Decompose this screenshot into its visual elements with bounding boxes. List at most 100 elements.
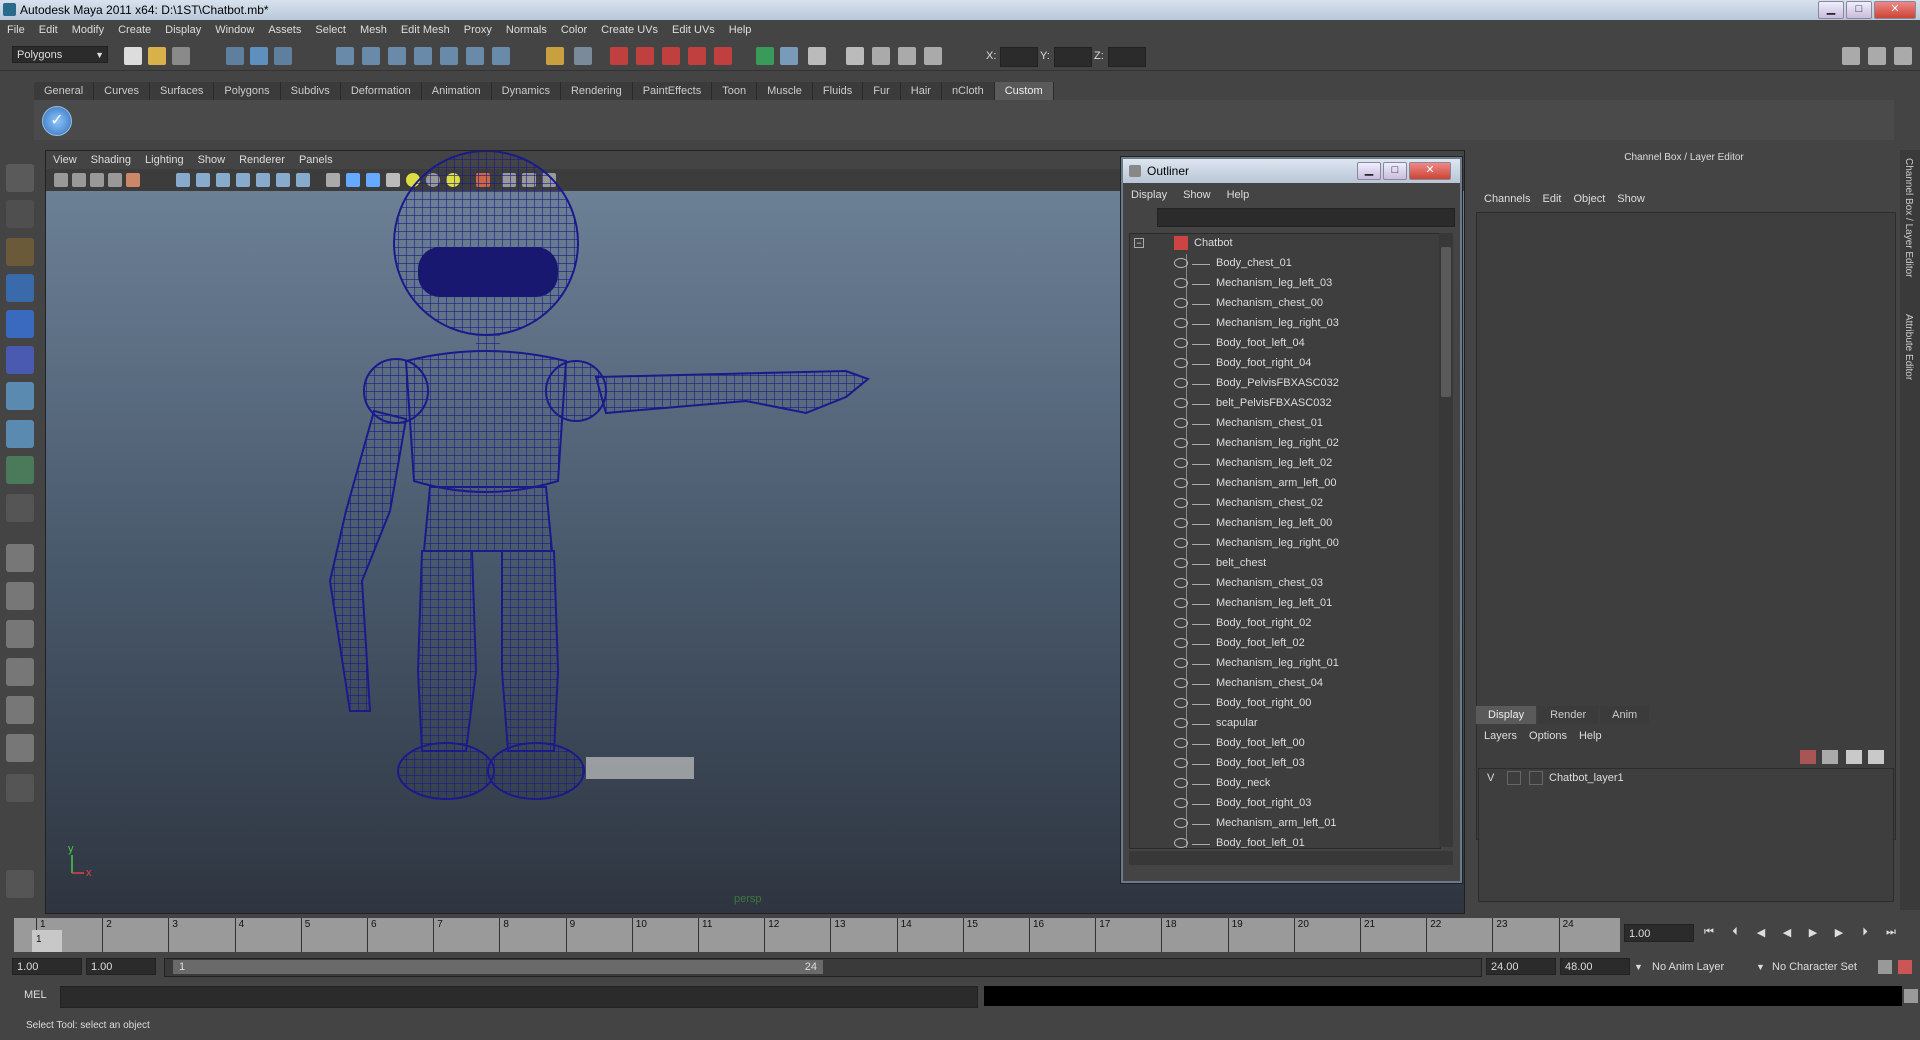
side-tab-attribute-editor[interactable]: Attribute Editor	[1903, 314, 1914, 380]
rotate-tool-icon[interactable]	[6, 310, 34, 338]
menu-select[interactable]: Select	[308, 20, 353, 40]
construction-history-icon[interactable]	[574, 47, 592, 65]
render-settings-icon[interactable]	[662, 47, 680, 65]
shelf-tab-ncloth[interactable]: nCloth	[941, 82, 995, 100]
shelf-tab-hair[interactable]: Hair	[900, 82, 942, 100]
layer-menu-help[interactable]: Help	[1573, 727, 1608, 745]
persp-outliner-layout-icon[interactable]	[6, 620, 34, 648]
shelf-tab-deformation[interactable]: Deformation	[340, 82, 422, 100]
select-object-icon[interactable]	[250, 47, 268, 65]
shelf-tab-polygons[interactable]: Polygons	[214, 82, 281, 100]
new-layer-icon[interactable]	[1800, 750, 1816, 764]
menu-set-selector[interactable]: Polygons ▼	[12, 46, 108, 63]
universal-manipulator-icon[interactable]	[6, 382, 34, 410]
outliner-item[interactable]: Mechanism_arm_left_01	[1130, 814, 1440, 834]
playback-start-field[interactable]: 1.00	[86, 958, 156, 975]
shelf-tab-dynamics[interactable]: Dynamics	[491, 82, 561, 100]
outliner-item[interactable]: Mechanism_leg_right_00	[1130, 534, 1440, 554]
snap-help-icon[interactable]	[492, 47, 510, 65]
select-hierarchy-icon[interactable]	[226, 47, 244, 65]
layer-tab-display[interactable]: Display	[1476, 706, 1537, 724]
snap-grid-icon[interactable]	[336, 47, 354, 65]
outliner-item[interactable]: Body_foot_left_01	[1130, 834, 1440, 848]
shelf-tab-custom[interactable]: Custom	[994, 82, 1054, 100]
go-to-start-icon[interactable]: ⏮	[1700, 926, 1718, 940]
chevron-down-icon[interactable]: ▼	[1756, 962, 1765, 972]
anim-layer-selector[interactable]: No Anim Layer	[1652, 961, 1724, 973]
hypershade-icon[interactable]	[688, 47, 706, 65]
outliner-item[interactable]: scapular	[1130, 714, 1440, 734]
animation-start-field[interactable]: 1.00	[12, 958, 82, 975]
layer-editor-icon[interactable]	[898, 47, 916, 65]
shelf-tab-general[interactable]: General	[34, 82, 95, 100]
toggle-attribute-editor-icon[interactable]	[1842, 47, 1860, 65]
layer-visibility-toggle[interactable]: V	[1487, 772, 1494, 784]
relative-mode-icon[interactable]	[780, 47, 798, 65]
channel-box-icon[interactable]	[872, 47, 890, 65]
checkmark-icon[interactable]: ✓	[42, 106, 72, 136]
outliner-item[interactable]: Body_foot_right_03	[1130, 794, 1440, 814]
move-layer-up-icon[interactable]	[1846, 750, 1862, 764]
current-time-marker[interactable]: 1	[32, 930, 62, 952]
layer-menu-options[interactable]: Options	[1523, 727, 1573, 745]
outliner-item[interactable]: Body_foot_right_04	[1130, 354, 1440, 374]
side-tab-channel-box[interactable]: Channel Box / Layer Editor	[1903, 158, 1914, 278]
toggle-tool-settings-icon[interactable]	[1868, 47, 1886, 65]
menu-create[interactable]: Create	[111, 20, 158, 40]
outliner-minimize-button[interactable]: ▁	[1357, 162, 1381, 180]
snap-surface-icon[interactable]	[440, 47, 458, 65]
close-button[interactable]: ✕	[1874, 1, 1916, 19]
outliner-item[interactable]: Mechanism_chest_02	[1130, 494, 1440, 514]
outliner-item-root[interactable]: − Chatbot	[1130, 234, 1440, 254]
snap-view-icon[interactable]	[466, 47, 484, 65]
outliner-menu-help[interactable]: Help	[1219, 185, 1258, 205]
menu-mesh[interactable]: Mesh	[353, 20, 394, 40]
play-forwards-icon[interactable]: ▶	[1804, 926, 1822, 940]
outliner-item[interactable]: Body_foot_right_02	[1130, 614, 1440, 634]
collapse-icon[interactable]: −	[1134, 238, 1144, 248]
four-view-layout-icon[interactable]	[6, 582, 34, 610]
outliner-item[interactable]: Mechanism_leg_left_03	[1130, 274, 1440, 294]
render-view-icon[interactable]	[714, 47, 732, 65]
outliner-item[interactable]: Mechanism_leg_left_02	[1130, 454, 1440, 474]
auto-key-icon[interactable]	[1878, 960, 1892, 974]
save-scene-icon[interactable]	[172, 47, 190, 65]
lasso-tool-icon[interactable]	[6, 200, 34, 228]
outliner-item[interactable]: Body_foot_left_03	[1130, 754, 1440, 774]
outliner-item[interactable]: Mechanism_leg_left_01	[1130, 594, 1440, 614]
layer-tab-render[interactable]: Render	[1538, 706, 1599, 724]
move-tool-icon[interactable]	[6, 274, 34, 302]
cb-menu-edit[interactable]: Edit	[1536, 190, 1567, 208]
cb-menu-channels[interactable]: Channels	[1478, 190, 1536, 208]
step-back-key-icon[interactable]: ◀	[1752, 926, 1770, 940]
outliner-item[interactable]: belt_PelvisFBXASC032	[1130, 394, 1440, 414]
minimize-button[interactable]: ▁	[1818, 1, 1844, 19]
ipr-render-icon[interactable]	[636, 47, 654, 65]
shelf-tab-toon[interactable]: Toon	[712, 82, 758, 100]
transform-mode-icon[interactable]	[924, 47, 942, 65]
shelf-tab-curves[interactable]: Curves	[94, 82, 150, 100]
outliner-item[interactable]: Mechanism_leg_right_03	[1130, 314, 1440, 334]
menu-modify[interactable]: Modify	[65, 20, 111, 40]
layer-row[interactable]: V Chatbot_layer1	[1479, 769, 1893, 789]
menu-edit-mesh[interactable]: Edit Mesh	[394, 20, 457, 40]
shelf-tab-painteffects[interactable]: PaintEffects	[632, 82, 713, 100]
outliner-item[interactable]: Mechanism_arm_left_00	[1130, 474, 1440, 494]
maximize-button[interactable]: □	[1846, 1, 1872, 19]
shelf-tab-rendering[interactable]: Rendering	[560, 82, 633, 100]
outliner-close-button[interactable]: ✕	[1409, 162, 1451, 180]
range-slider[interactable]: 1 24	[164, 958, 1482, 977]
menu-display[interactable]: Display	[158, 20, 208, 40]
character-set-selector[interactable]: No Character Set	[1772, 961, 1857, 973]
outliner-item[interactable]: Mechanism_chest_00	[1130, 294, 1440, 314]
tool-settings-icon[interactable]	[846, 47, 864, 65]
outliner-item[interactable]: Body_neck	[1130, 774, 1440, 794]
command-input[interactable]	[60, 986, 978, 1008]
scroll-thumb[interactable]	[1441, 247, 1451, 397]
shelf-tab-fluids[interactable]: Fluids	[812, 82, 864, 100]
last-tool-icon[interactable]	[6, 494, 34, 522]
outliner-item[interactable]: belt_chest	[1130, 554, 1440, 574]
new-layer-selected-icon[interactable]	[1822, 750, 1838, 764]
animation-preferences-icon[interactable]	[1898, 960, 1912, 974]
snap-curve-icon[interactable]	[362, 47, 380, 65]
